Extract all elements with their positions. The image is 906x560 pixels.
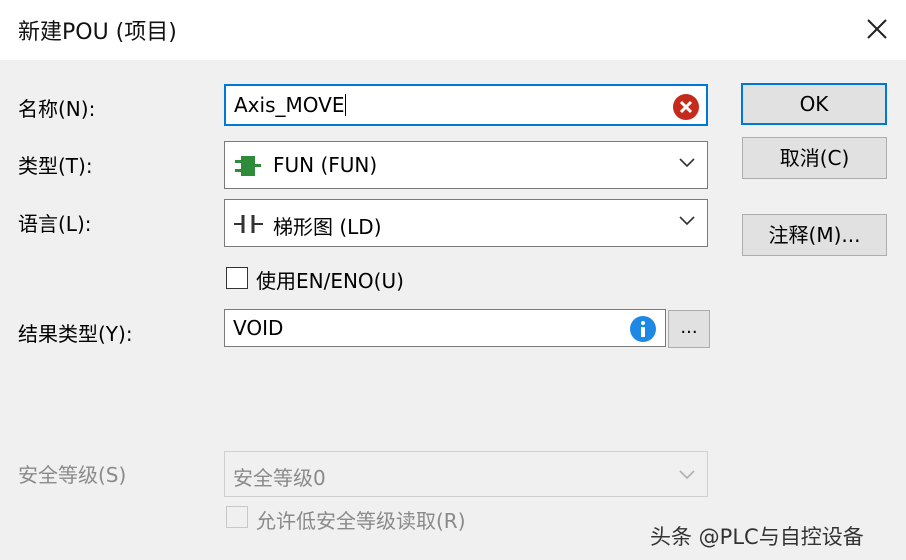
name-value: Axis_MOVE (234, 93, 345, 117)
language-select[interactable]: 梯形图 (LD) (224, 199, 708, 247)
use-en-eno-checkbox[interactable] (226, 267, 248, 289)
result-type-label: 结果类型(Y): (18, 322, 133, 346)
function-block-icon (235, 156, 261, 176)
window-title: 新建POU (项目) (18, 20, 177, 45)
title-bar: 新建POU (项目) (0, 0, 906, 60)
result-type-value: VOID (233, 316, 284, 340)
safety-level-value: 安全等级0 (233, 466, 326, 490)
use-en-eno-label: 使用EN/ENO(U) (256, 269, 404, 293)
watermark: 头条 @PLC与自控设备 (650, 525, 864, 549)
language-label: 语言(L): (18, 212, 92, 236)
info-icon[interactable] (629, 315, 657, 343)
cancel-button[interactable]: 取消(C) (742, 137, 887, 179)
safety-level-select[interactable]: 安全等级0 (224, 451, 708, 497)
ok-button[interactable]: OK (741, 83, 887, 125)
chevron-down-icon (679, 470, 695, 480)
close-icon[interactable] (862, 14, 892, 44)
ladder-contact-icon (234, 215, 263, 233)
allow-low-safety-checkbox[interactable] (226, 506, 248, 528)
language-value: 梯形图 (LD) (273, 215, 382, 239)
type-select[interactable]: FUN (FUN) (224, 141, 708, 189)
name-input[interactable]: Axis_MOVE (224, 84, 708, 126)
chevron-down-icon (679, 158, 695, 168)
clear-error-icon[interactable] (672, 93, 700, 121)
type-label: 类型(T): (18, 154, 93, 178)
allow-low-safety-label: 允许低安全等级读取(R) (256, 509, 466, 533)
type-value: FUN (FUN) (273, 153, 378, 177)
safety-level-label: 安全等级(S) (18, 463, 127, 487)
text-caret (345, 94, 347, 116)
name-label: 名称(N): (18, 97, 96, 121)
result-type-input[interactable]: VOID (224, 309, 666, 347)
comment-button[interactable]: 注释(M)... (742, 214, 887, 256)
chevron-down-icon (679, 216, 695, 226)
browse-type-button[interactable]: ... (668, 310, 710, 348)
